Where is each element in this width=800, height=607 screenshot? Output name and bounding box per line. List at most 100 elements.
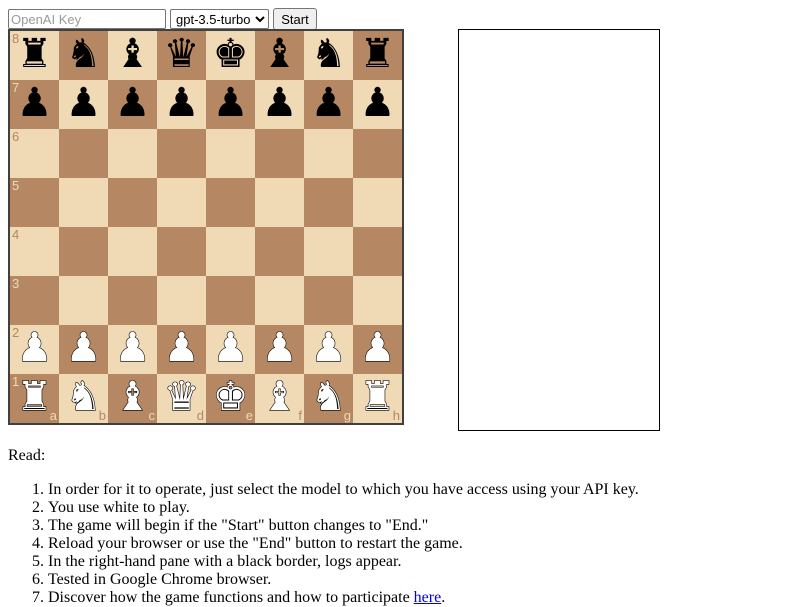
square-c5[interactable] [108, 178, 157, 227]
black-knight-icon[interactable]: ♞ [59, 31, 108, 80]
white-pawn-icon[interactable]: ♟ [59, 324, 108, 374]
square-f6[interactable] [255, 129, 304, 178]
start-button[interactable]: Start [273, 8, 317, 30]
square-b7[interactable]: ♟ [59, 80, 108, 129]
white-knight-icon[interactable]: ♞ [304, 373, 353, 423]
square-c3[interactable] [108, 276, 157, 325]
black-knight-icon[interactable]: ♞ [304, 31, 353, 80]
square-g3[interactable] [304, 276, 353, 325]
square-g4[interactable] [304, 227, 353, 276]
square-a4[interactable]: 4 [10, 227, 59, 276]
square-c6[interactable] [108, 129, 157, 178]
square-a5[interactable]: 5 [10, 178, 59, 227]
white-queen-icon[interactable]: ♛ [157, 373, 206, 423]
white-pawn-icon[interactable]: ♟ [304, 324, 353, 374]
api-key-input[interactable] [8, 9, 166, 29]
white-bishop-icon[interactable]: ♝ [255, 373, 304, 423]
square-b6[interactable] [59, 129, 108, 178]
white-knight-icon[interactable]: ♞ [59, 373, 108, 423]
white-pawn-icon[interactable]: ♟ [206, 324, 255, 374]
white-rook-icon[interactable]: ♜ [10, 373, 59, 423]
square-g5[interactable] [304, 178, 353, 227]
square-b2[interactable]: ♟ [59, 324, 108, 374]
square-e4[interactable] [206, 227, 255, 276]
square-b8[interactable]: ♞ [59, 31, 108, 80]
black-pawn-icon[interactable]: ♟ [206, 80, 255, 129]
square-a3[interactable]: 3 [10, 276, 59, 325]
square-d8[interactable]: ♛ [157, 31, 206, 80]
square-h2[interactable]: ♟ [353, 324, 402, 374]
square-f2[interactable]: ♟ [255, 324, 304, 374]
square-f3[interactable] [255, 276, 304, 325]
square-d3[interactable] [157, 276, 206, 325]
white-king-icon[interactable]: ♚ [206, 373, 255, 423]
square-d7[interactable]: ♟ [157, 80, 206, 129]
square-e1[interactable]: e ♚ [206, 373, 255, 423]
square-h1[interactable]: h ♜ [353, 373, 402, 423]
square-f5[interactable] [255, 178, 304, 227]
white-pawn-icon[interactable]: ♟ [157, 324, 206, 374]
square-d4[interactable] [157, 227, 206, 276]
square-e5[interactable] [206, 178, 255, 227]
square-f4[interactable] [255, 227, 304, 276]
square-c8[interactable]: ♝ [108, 31, 157, 80]
square-g8[interactable]: ♞ [304, 31, 353, 80]
square-e7[interactable]: ♟ [206, 80, 255, 129]
black-pawn-icon[interactable]: ♟ [353, 80, 402, 129]
square-f1[interactable]: f ♝ [255, 373, 304, 423]
black-pawn-icon[interactable]: ♟ [304, 80, 353, 129]
square-a2[interactable]: 2 ♟ [10, 324, 59, 374]
square-a8[interactable]: 8 ♜ [10, 31, 59, 80]
square-h3[interactable] [353, 276, 402, 325]
square-e8[interactable]: ♚ [206, 31, 255, 80]
black-pawn-icon[interactable]: ♟ [59, 80, 108, 129]
square-g6[interactable] [304, 129, 353, 178]
square-c7[interactable]: ♟ [108, 80, 157, 129]
square-e6[interactable] [206, 129, 255, 178]
black-pawn-icon[interactable]: ♟ [10, 80, 59, 129]
square-a6[interactable]: 6 [10, 129, 59, 178]
square-g7[interactable]: ♟ [304, 80, 353, 129]
black-queen-icon[interactable]: ♛ [157, 31, 206, 80]
square-c2[interactable]: ♟ [108, 324, 157, 374]
square-c1[interactable]: c ♝ [108, 373, 157, 423]
square-h5[interactable] [353, 178, 402, 227]
square-h7[interactable]: ♟ [353, 80, 402, 129]
white-bishop-icon[interactable]: ♝ [108, 373, 157, 423]
square-f7[interactable]: ♟ [255, 80, 304, 129]
black-pawn-icon[interactable]: ♟ [157, 80, 206, 129]
square-h4[interactable] [353, 227, 402, 276]
model-select[interactable]: gpt-3.5-turbo [170, 9, 269, 29]
square-g2[interactable]: ♟ [304, 324, 353, 374]
square-f8[interactable]: ♝ [255, 31, 304, 80]
square-b5[interactable] [59, 178, 108, 227]
black-rook-icon[interactable]: ♜ [10, 31, 59, 80]
black-king-icon[interactable]: ♚ [206, 31, 255, 80]
square-d6[interactable] [157, 129, 206, 178]
square-b3[interactable] [59, 276, 108, 325]
square-c4[interactable] [108, 227, 157, 276]
black-pawn-icon[interactable]: ♟ [108, 80, 157, 129]
square-h8[interactable]: ♜ [353, 31, 402, 80]
square-a1[interactable]: 1 a ♜ [10, 373, 59, 423]
square-d2[interactable]: ♟ [157, 324, 206, 374]
black-rook-icon[interactable]: ♜ [353, 31, 402, 80]
white-pawn-icon[interactable]: ♟ [10, 324, 59, 374]
chessboard[interactable]: 8 ♜ ♞ ♝ ♛ ♚ ♝ ♞ ♜ 7 ♟ ♟ ♟ ♟ ♟ ♟ ♟ ♟ 6 5 4 3 2 ♟ ♟ ♟ ♟ ♟ ♟ ♟ ♟ 1 a ♜ b ♞ c ♝ d ♛… [8, 29, 404, 425]
square-e3[interactable] [206, 276, 255, 325]
square-d5[interactable] [157, 178, 206, 227]
square-e2[interactable]: ♟ [206, 324, 255, 374]
white-pawn-icon[interactable]: ♟ [108, 324, 157, 374]
black-bishop-icon[interactable]: ♝ [255, 31, 304, 80]
square-g1[interactable]: g ♞ [304, 373, 353, 423]
black-pawn-icon[interactable]: ♟ [255, 80, 304, 129]
black-bishop-icon[interactable]: ♝ [108, 31, 157, 80]
square-d1[interactable]: d ♛ [157, 373, 206, 423]
white-pawn-icon[interactable]: ♟ [255, 324, 304, 374]
square-h6[interactable] [353, 129, 402, 178]
square-b4[interactable] [59, 227, 108, 276]
square-a7[interactable]: 7 ♟ [10, 80, 59, 129]
white-pawn-icon[interactable]: ♟ [353, 324, 402, 374]
square-b1[interactable]: b ♞ [59, 373, 108, 423]
white-rook-icon[interactable]: ♜ [353, 373, 402, 423]
